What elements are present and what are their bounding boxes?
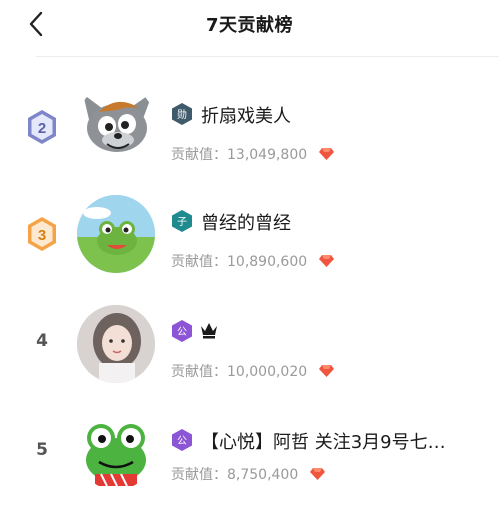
score-label: 贡献值：	[171, 147, 227, 163]
crown-icon	[201, 323, 217, 339]
avatar[interactable]	[77, 195, 155, 273]
svg-text:勋: 勋	[177, 108, 187, 121]
level-badge-icon: 公	[172, 429, 192, 451]
score-value: 8,750,400	[227, 467, 299, 483]
rank-number: 3	[38, 227, 46, 244]
score-value: 10,000,020	[227, 364, 308, 380]
contribution-ranking-page: 7天贡献榜 2 勋 折扇戏美人 贡献值：13,049,800 3 子 曾经的曾经…	[0, 0, 499, 515]
score-value: 10,890,600	[227, 254, 308, 270]
level-badge-icon: 公	[172, 320, 192, 342]
svg-text:公: 公	[177, 436, 187, 447]
contribution-score: 贡献值：13,049,800	[171, 144, 335, 164]
diamond-icon	[318, 255, 334, 267]
ranking-row-2[interactable]: 2 勋 折扇戏美人 贡献值：13,049,800	[0, 76, 499, 176]
rank-number: 5	[36, 440, 48, 460]
page-title: 7天贡献榜	[205, 15, 294, 36]
diamond-icon	[309, 468, 325, 480]
ranking-row-4[interactable]: 4 公 贡献值：10,000,020	[0, 293, 499, 393]
ranking-row-3[interactable]: 3 子 曾经的曾经 贡献值：10,890,600	[0, 183, 499, 283]
rank-hexagon-badge: 2	[28, 110, 56, 144]
rank-number: 2	[38, 120, 46, 137]
rank-hexagon-badge: 3	[28, 217, 56, 251]
user-name: 曾经的曾经	[201, 213, 291, 234]
level-badge-icon: 勋	[172, 103, 192, 125]
frog-avatar-image	[77, 195, 155, 273]
svg-text:公: 公	[177, 327, 187, 338]
header: 7天贡献榜	[0, 0, 499, 56]
user-name: 折扇戏美人	[201, 106, 291, 127]
wolf-avatar-image	[83, 92, 153, 152]
avatar[interactable]	[77, 305, 155, 383]
contribution-score: 贡献值：8,750,400	[171, 464, 326, 484]
ranking-row-5[interactable]: 5 公 【心悦】阿哲 关注3月9号七… 贡献值：8,750,400	[0, 402, 499, 502]
svg-text:子: 子	[177, 216, 187, 228]
contribution-score: 贡献值：10,000,020	[171, 361, 335, 381]
avatar[interactable]	[77, 412, 155, 490]
score-value: 13,049,800	[227, 147, 308, 163]
girl-photo-avatar-image	[77, 305, 155, 383]
level-badge-icon: 子	[172, 210, 192, 232]
keroppi-avatar-image	[86, 424, 146, 487]
diamond-icon	[318, 365, 334, 377]
user-name: 【心悦】阿哲 关注3月9号七…	[201, 432, 446, 453]
score-label: 贡献值：	[171, 467, 227, 483]
score-label: 贡献值：	[171, 254, 227, 270]
rank-number: 4	[36, 331, 48, 351]
contribution-score: 贡献值：10,890,600	[171, 251, 335, 271]
score-label: 贡献值：	[171, 364, 227, 380]
header-divider	[36, 56, 499, 57]
avatar[interactable]	[77, 84, 155, 162]
diamond-icon	[318, 148, 334, 160]
